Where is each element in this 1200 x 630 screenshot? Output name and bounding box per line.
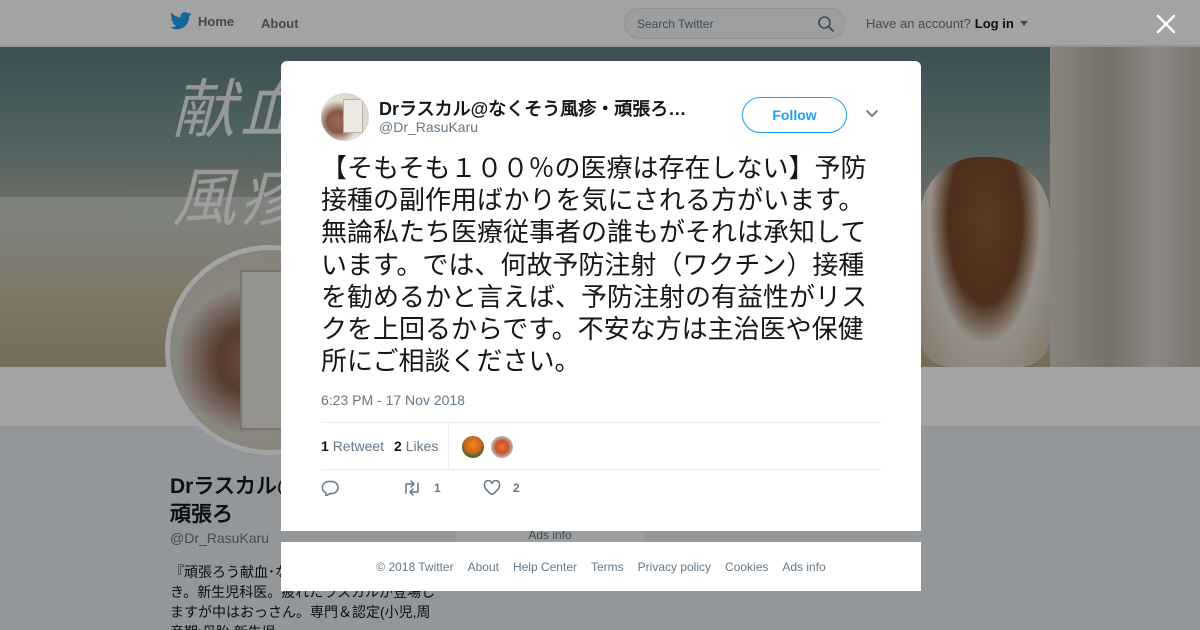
liker-avatar[interactable] [490, 435, 514, 459]
reply-icon [321, 480, 339, 496]
close-icon[interactable] [1154, 12, 1178, 36]
likes-stat-label: Likes [405, 438, 439, 454]
tweet-actions: 1 2 [321, 480, 881, 504]
footer-terms-link[interactable]: Terms [591, 560, 624, 574]
tweet-modal: Drラスカル@なくそう風疹・頑張ろ… @Dr_RasuKaru Follow 【… [281, 61, 921, 531]
footer-copyright: © 2018 Twitter [376, 559, 454, 574]
tweet-stats: 1 Retweet 2 Likes [321, 422, 881, 470]
retweet-icon [405, 480, 419, 496]
heart-icon [483, 480, 501, 496]
reply-action[interactable] [321, 480, 339, 496]
likes-stat[interactable]: 2 Likes [394, 438, 438, 454]
retweet-action-count: 1 [434, 481, 441, 495]
retweet-stat-label: Retweet [332, 438, 385, 454]
footer-help-link[interactable]: Help Center [513, 560, 577, 574]
tweet-author-avatar[interactable] [321, 93, 369, 141]
tweet-author-name[interactable]: Drラスカル@なくそう風疹・頑張ろ… [379, 95, 699, 121]
like-action-count: 2 [513, 481, 520, 495]
footer-ads-link[interactable]: Ads info [782, 560, 825, 574]
tweet-text: 【そもそも１００％の医療は存在しない】予防接種の副作用ばかりを気にされる方がいま… [321, 154, 868, 378]
footer-about-link[interactable]: About [468, 560, 499, 574]
like-action[interactable]: 2 [483, 480, 520, 496]
chevron-down-icon[interactable] [865, 109, 879, 119]
tweet-timestamp[interactable]: 6:23 PM - 17 Nov 2018 [321, 392, 465, 408]
stats-divider [448, 423, 449, 470]
footer-cookies-link[interactable]: Cookies [725, 560, 768, 574]
liker-avatar[interactable] [461, 435, 485, 459]
modal-footer: © 2018 Twitter About Help Center Terms P… [281, 542, 921, 591]
retweet-action[interactable]: 1 [402, 480, 441, 496]
retweet-stat[interactable]: 1 Retweet [321, 438, 384, 454]
retweet-count: 1 [321, 438, 329, 454]
avatar-sign [343, 99, 363, 133]
follow-button[interactable]: Follow [742, 97, 847, 133]
footer-privacy-link[interactable]: Privacy policy [638, 560, 711, 574]
like-count: 2 [394, 438, 402, 454]
tweet-author-handle[interactable]: @Dr_RasuKaru [379, 119, 478, 135]
